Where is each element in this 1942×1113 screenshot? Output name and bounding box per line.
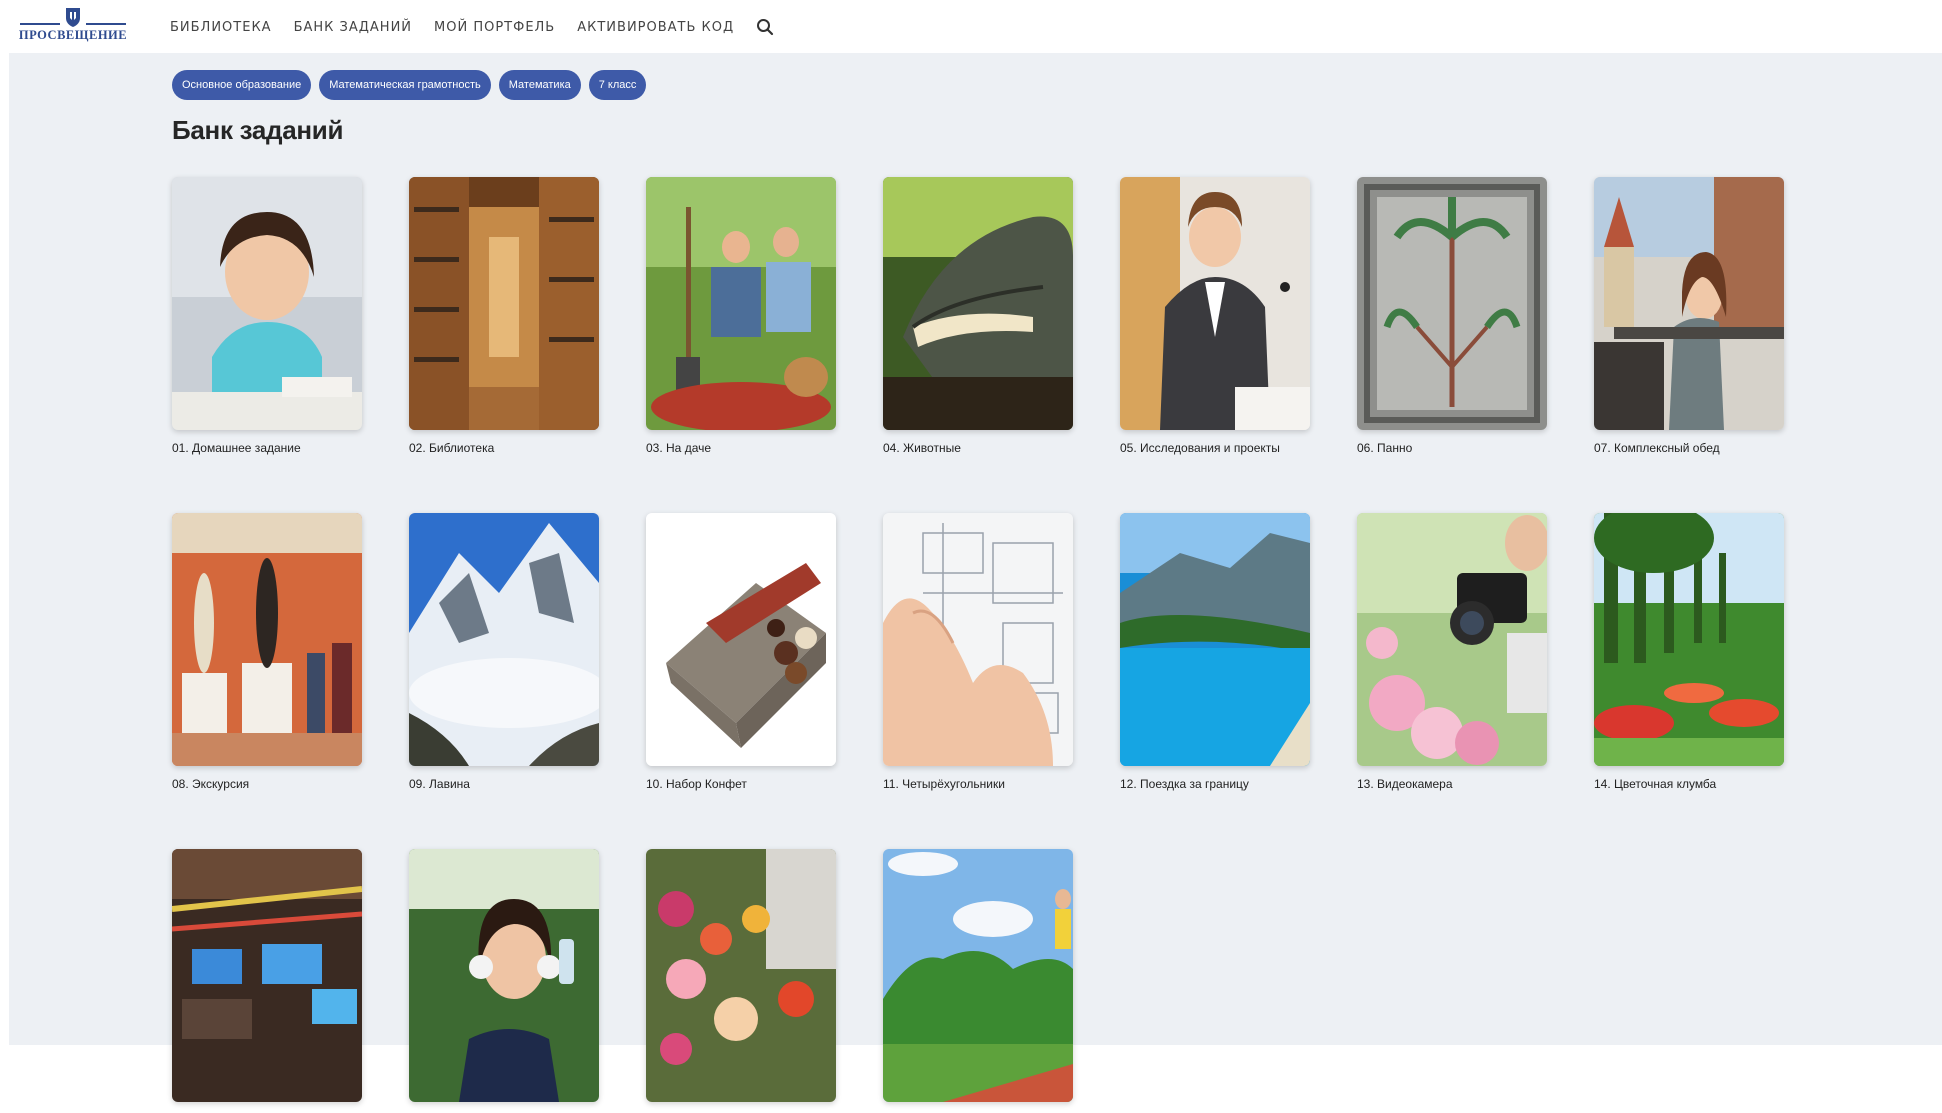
top-navigation-bar: ПРОСВЕЩЕНИЕ БИБЛИОТЕКА БАНК ЗАДАНИЙ МОЙ … [0, 0, 1942, 53]
left-margin [0, 0, 9, 1045]
card-title: 08. Экскурсия [172, 777, 250, 791]
card-image-camera [1357, 513, 1547, 766]
task-card[interactable] [172, 849, 362, 1113]
chip-grade-7[interactable]: 7 класс [588, 70, 647, 100]
logo-line-left [20, 23, 60, 25]
task-card[interactable]: 02. Библиотека [409, 177, 599, 455]
card-image-blueprint [883, 513, 1073, 766]
card-title: 02. Библиотека [409, 441, 495, 455]
card-title: 07. Комплексный обед [1594, 441, 1720, 455]
task-card[interactable]: 01. Домашнее задание [172, 177, 362, 455]
nav-my-portfolio[interactable]: МОЙ ПОРТФЕЛЬ [434, 20, 555, 35]
card-image-flower-market [646, 849, 836, 1102]
card-title: 05. Исследования и проекты [1120, 441, 1280, 455]
logo-line-right [86, 23, 126, 25]
task-card[interactable]: 10. Набор Конфет [646, 513, 836, 791]
task-card[interactable]: 12. Поездка за границу [1120, 513, 1310, 791]
task-card[interactable] [883, 849, 1073, 1113]
task-card[interactable]: 09. Лавина [409, 513, 599, 791]
card-title: 12. Поездка за границу [1120, 777, 1249, 791]
task-card[interactable] [646, 849, 836, 1113]
main-nav: БИБЛИОТЕКА БАНК ЗАДАНИЙ МОЙ ПОРТФЕЛЬ АКТ… [170, 18, 774, 36]
task-card[interactable]: 08. Экскурсия [172, 513, 362, 791]
card-image-podium [1120, 177, 1310, 430]
card-image-chocolates [646, 513, 836, 766]
card-title: 11. Четырёхугольники [883, 777, 1005, 791]
nav-task-bank[interactable]: БАНК ЗАДАНИЙ [294, 20, 412, 35]
card-title: 06. Панно [1357, 441, 1413, 455]
card-image-girl-headphones [409, 849, 599, 1102]
task-card[interactable]: 11. Четырёхугольники [883, 513, 1073, 791]
card-title: 09. Лавина [409, 777, 470, 791]
search-icon[interactable] [756, 18, 774, 36]
shield-logo-icon [66, 8, 80, 27]
card-image-sea-bay [1120, 513, 1310, 766]
task-card[interactable]: 04. Животные [883, 177, 1073, 455]
filter-chips: Основное образование Математическая грам… [172, 70, 654, 100]
card-image-flowerbed [1594, 513, 1784, 766]
prosveshchenie-logo[interactable]: ПРОСВЕЩЕНИЕ [18, 6, 128, 46]
logo-text: ПРОСВЕЩЕНИЕ [18, 28, 128, 42]
card-image-dacha [646, 177, 836, 430]
task-card[interactable]: 05. Исследования и проекты [1120, 177, 1310, 455]
card-image-museum [172, 513, 362, 766]
task-card[interactable]: 07. Комплексный обед [1594, 177, 1784, 455]
card-image-mosaic [1357, 177, 1547, 430]
card-title: 01. Домашнее задание [172, 441, 301, 455]
chip-mathematics[interactable]: Математика [498, 70, 581, 100]
card-title: 03. На даче [646, 441, 712, 455]
card-image-crocodile [883, 177, 1073, 430]
card-image-avalanche [409, 513, 599, 766]
page-title: Банк заданий [172, 115, 344, 145]
card-title: 13. Видеокамера [1357, 777, 1453, 791]
task-card[interactable]: 13. Видеокамера [1357, 513, 1547, 791]
chip-basic-education[interactable]: Основное образование [172, 70, 312, 100]
card-image-library [409, 177, 599, 430]
nav-activate-code[interactable]: АКТИВИРОВАТЬ КОД [577, 20, 734, 35]
task-card[interactable]: 03. На даче [646, 177, 836, 455]
task-card[interactable]: 14. Цветочная клумба [1594, 513, 1784, 791]
card-image-runner [883, 849, 1073, 1102]
task-card[interactable] [409, 849, 599, 1113]
card-image-girl-homework [172, 177, 362, 430]
card-image-electronics-store [172, 849, 362, 1102]
task-card[interactable]: 06. Панно [1357, 177, 1547, 455]
main-content: Основное образование Математическая грам… [9, 53, 1942, 1102]
card-title: 14. Цветочная клумба [1594, 777, 1717, 791]
card-image-cafe [1594, 177, 1784, 430]
nav-library[interactable]: БИБЛИОТЕКА [170, 20, 272, 35]
card-title: 04. Животные [883, 441, 961, 455]
card-title: 10. Набор Конфет [646, 777, 747, 791]
chip-math-literacy[interactable]: Математическая грамотность [319, 70, 491, 100]
